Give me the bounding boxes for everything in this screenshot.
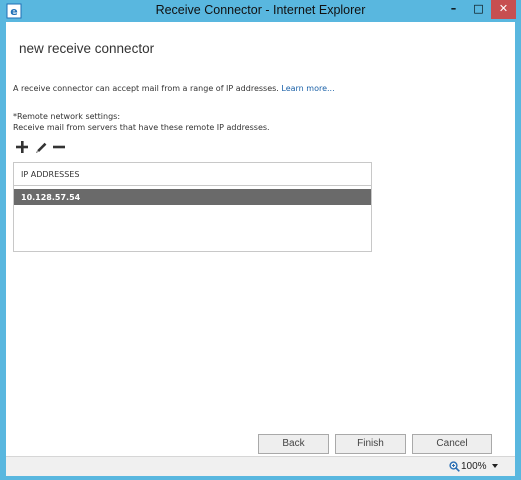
status-bar: 100% xyxy=(6,456,515,476)
back-button[interactable]: Back xyxy=(258,434,329,454)
zoom-magnifier-icon xyxy=(449,461,460,472)
remote-network-description: Receive mail from servers that have thes… xyxy=(13,123,270,132)
minimize-icon: – xyxy=(450,2,457,15)
column-header-ip-addresses[interactable]: IP ADDRESSES xyxy=(14,163,371,186)
page-title: new receive connector xyxy=(19,41,155,56)
cancel-button[interactable]: Cancel xyxy=(412,434,492,454)
ip-address-row[interactable]: 10.128.57.54 xyxy=(14,189,371,205)
learn-more-link[interactable]: Learn more... xyxy=(281,84,334,93)
intro-description: A receive connector can accept mail from… xyxy=(13,84,279,93)
window-titlebar[interactable]: e Receive Connector - Internet Explorer … xyxy=(0,0,521,22)
remove-icon[interactable] xyxy=(52,140,66,154)
edit-icon[interactable] xyxy=(34,140,48,154)
finish-button[interactable]: Finish xyxy=(335,434,406,454)
intro-text: A receive connector can accept mail from… xyxy=(13,84,335,93)
minimize-button[interactable]: – xyxy=(441,0,466,19)
maximize-icon: □ xyxy=(473,2,484,15)
close-icon: ✕ xyxy=(498,2,509,15)
zoom-level: 100% xyxy=(461,461,487,472)
dialog-content: new receive connector A receive connecto… xyxy=(6,22,515,456)
ip-address-list[interactable]: IP ADDRESSES 10.128.57.54 xyxy=(13,162,372,252)
maximize-button[interactable]: □ xyxy=(466,0,491,19)
zoom-dropdown-icon[interactable] xyxy=(492,464,498,468)
add-icon[interactable] xyxy=(15,140,29,154)
remote-network-label: *Remote network settings: xyxy=(13,112,121,121)
close-button[interactable]: ✕ xyxy=(491,0,516,19)
ip-toolbar xyxy=(15,140,75,154)
